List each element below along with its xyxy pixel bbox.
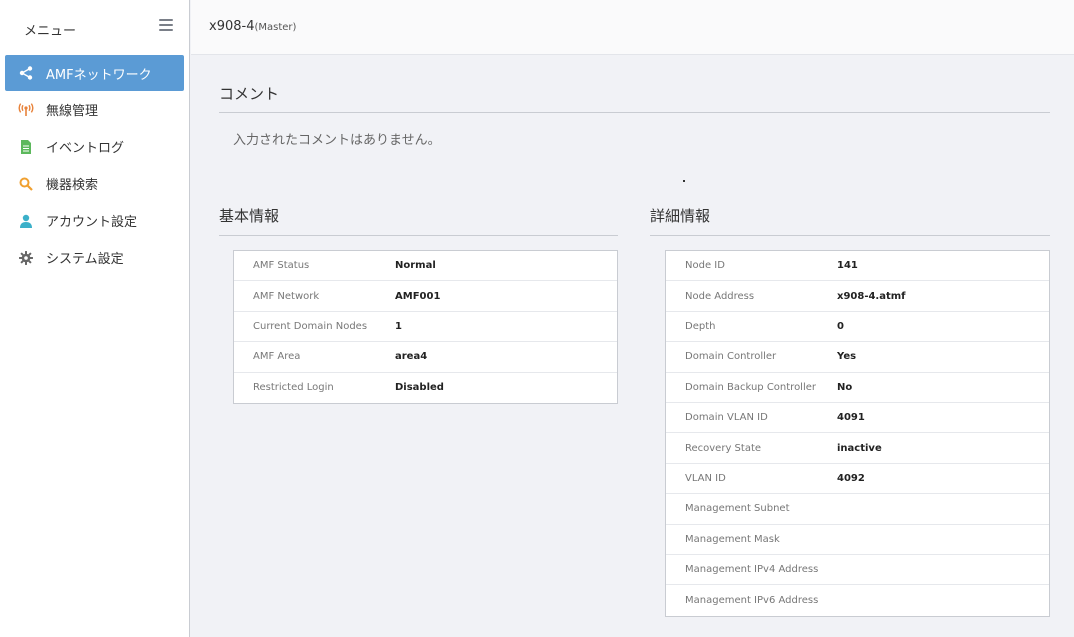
menu-title: メニュー [24, 24, 77, 39]
hamburger-menu-icon[interactable] [159, 19, 173, 32]
row-label: Restricted Login [253, 382, 334, 394]
sidebar-item-device-search[interactable]: 機器検索 [5, 165, 184, 202]
sidebar-item-system-settings[interactable]: システム設定 [5, 239, 184, 276]
table-row: AMF Area area4 [234, 342, 617, 373]
row-value: AMF001 [395, 290, 441, 302]
sidebar-nav: AMFネットワーク 無線管理 イベントログ 機器検索 アカウント設定 システム設… [0, 55, 189, 276]
sidebar-item-wireless[interactable]: 無線管理 [5, 91, 184, 128]
table-row: Current Domain Nodes 1 [234, 312, 617, 343]
wireless-icon [17, 101, 35, 119]
row-label: Node ID [685, 260, 725, 272]
detail-info-divider [650, 235, 1050, 236]
search-icon [17, 175, 35, 193]
basic-info-divider [219, 235, 618, 236]
table-row: Management Subnet [666, 494, 1049, 525]
table-row: VLAN ID 4092 [666, 464, 1049, 495]
device-role: (Master) [254, 22, 297, 33]
separator-dot [683, 180, 685, 182]
row-value: Disabled [395, 382, 444, 394]
row-value: 0 [837, 320, 844, 332]
row-label: Current Domain Nodes [253, 320, 368, 332]
row-label: Domain Controller [685, 351, 777, 363]
basic-info-table: AMF Status Normal AMF Network AMF001 Current… [233, 250, 618, 404]
row-value: No [837, 381, 853, 393]
sidebar-item-label: 無線管理 [46, 104, 99, 119]
document-icon [17, 138, 35, 156]
table-row: Management IPv4 Address [666, 555, 1049, 586]
sidebar-item-label: イベントログ [46, 141, 125, 156]
sidebar-header: メニュー [0, 0, 189, 55]
row-value: area4 [395, 351, 428, 363]
row-label: Domain VLAN ID [685, 412, 768, 424]
table-row: Domain VLAN ID 4091 [666, 403, 1049, 434]
row-value: inactive [837, 442, 882, 454]
table-row: Domain Backup Controller No [666, 373, 1049, 403]
sidebar-item-label: システム設定 [46, 252, 124, 267]
row-value: 4091 [837, 412, 865, 424]
row-value: Yes [837, 351, 857, 363]
row-value: 4092 [837, 472, 865, 484]
sidebar: メニュー AMFネットワーク 無線管理 イベントログ 機器検索 アカウント設定 … [0, 0, 190, 637]
table-row: Management Mask [666, 525, 1049, 555]
table-row: Depth 0 [666, 312, 1049, 343]
row-label: Domain Backup Controller [685, 381, 817, 393]
user-icon [17, 212, 35, 230]
table-row: AMF Network AMF001 [234, 281, 617, 312]
comment-text: 入力されたコメントはありません。 [233, 133, 441, 148]
detail-info-title: 詳細情報 [650, 207, 711, 225]
row-label: Depth [685, 320, 716, 332]
row-label: AMF Area [253, 351, 301, 363]
row-label: Node Address [685, 290, 755, 302]
row-label: VLAN ID [685, 472, 726, 484]
sidebar-item-amf-network[interactable]: AMFネットワーク [5, 55, 184, 91]
row-value: 141 [837, 260, 858, 272]
share-icon [17, 64, 35, 82]
row-label: Recovery State [685, 442, 762, 454]
sidebar-item-label: 機器検索 [46, 178, 99, 193]
detail-info-table: Node ID 141 Node Address x908-4.atmf Depth 0 D… [665, 250, 1050, 617]
comment-section-title: コメント [219, 85, 280, 103]
table-row: Management IPv6 Address [666, 585, 1049, 615]
row-value: x908-4.atmf [837, 290, 906, 302]
row-label: AMF Network [253, 290, 320, 302]
table-row: Restricted Login Disabled [234, 373, 617, 403]
sidebar-item-label: AMFネットワーク [46, 67, 152, 83]
row-value: 1 [395, 320, 402, 332]
sidebar-item-event-log[interactable]: イベントログ [5, 128, 184, 165]
row-value: Normal [395, 260, 436, 272]
table-row: Recovery State inactive [666, 433, 1049, 464]
row-label: Management Mask [685, 533, 780, 545]
sidebar-item-account-settings[interactable]: アカウント設定 [5, 202, 184, 239]
row-label: Management IPv6 Address [685, 594, 819, 606]
table-row: AMF Status Normal [234, 251, 617, 282]
top-bar: x908-4(Master) [191, 0, 1074, 55]
row-label: AMF Status [253, 260, 310, 272]
device-name: x908-4 [209, 19, 255, 34]
table-row: Node Address x908-4.atmf [666, 281, 1049, 312]
gear-icon [17, 249, 35, 267]
table-row: Node ID 141 [666, 251, 1049, 282]
basic-info-title: 基本情報 [219, 207, 280, 225]
row-label: Management Subnet [685, 503, 790, 515]
table-row: Domain Controller Yes [666, 342, 1049, 373]
device-title: x908-4(Master) [209, 19, 296, 34]
sidebar-item-label: アカウント設定 [46, 215, 138, 230]
comment-divider [219, 112, 1050, 113]
row-label: Management IPv4 Address [685, 564, 819, 576]
